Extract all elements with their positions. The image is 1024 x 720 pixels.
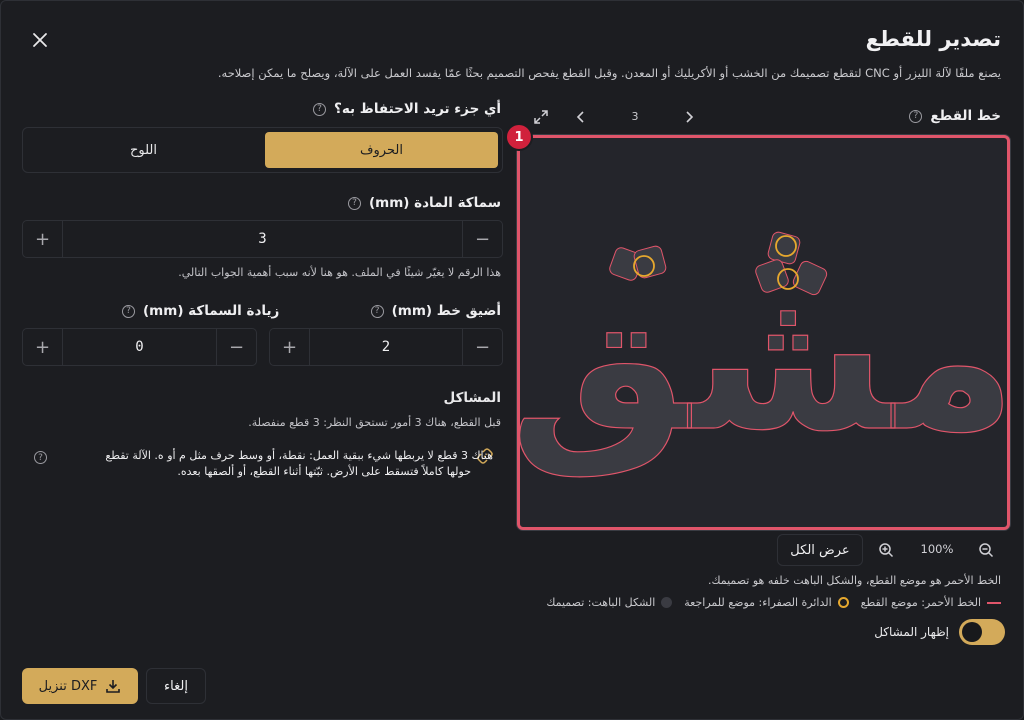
min-line-stepper: + 2 − [269,328,503,366]
yellow-circle-swatch [837,597,849,608]
next-page-button[interactable] [679,107,699,127]
help-icon[interactable]: ? [370,304,384,318]
gray-shape-swatch [661,597,673,608]
zoom-in-icon [879,543,894,558]
extra-thickness-value[interactable]: 0 [63,329,216,365]
zoom-out-icon [979,543,994,558]
download-label: تنزيل DXF [38,678,98,694]
cut-preview-canvas: مشق [520,231,1007,478]
min-line-label: أضيق خط (mm) [391,303,501,319]
expand-icon [534,110,548,124]
issue-item-line2: حولها كاملاً فتسقط على الأرض. ثبّتها أثن… [177,465,471,478]
min-line-increment-button[interactable]: + [270,329,310,365]
preview-label: خط القطع [930,108,1001,124]
download-icon [106,680,121,693]
min-line-label-row: أضيق خط (mm) ? [370,303,501,319]
expand-button[interactable] [531,107,551,127]
chevron-left-icon [576,111,584,123]
zoom-out-button[interactable] [977,541,995,559]
min-line-value[interactable]: 2 [310,329,462,365]
legend-yellow: الدائرة الصفراء: موضع للمراجعة [684,596,832,609]
legend-gray: الشكل الباهت: تصميمك [546,596,656,609]
thickness-label: سماكة المادة (mm) [368,195,501,211]
keep-question: أي جزء تريد الاحتفاظ به؟ [334,101,501,117]
issues-summary: قبل القطع، هناك 3 أمور تستحق النظر: 3 قط… [248,416,501,429]
minus-icon: − [228,336,245,358]
keep-option-letters[interactable]: الحروف [265,132,498,168]
prev-page-button[interactable] [571,107,591,127]
plus-icon: + [34,228,51,250]
page-number: 3 [631,110,639,123]
plus-icon: + [34,336,51,358]
min-line-decrement-button[interactable]: − [462,329,502,365]
export-dialog: تصدير للقطع يصنع ملفًا لآلة الليزر أو CN… [0,0,1024,720]
legend-row: الخط الأحمر: موضع القطع الدائرة الصفراء:… [546,596,1001,609]
download-dxf-button[interactable]: تنزيل DXF [22,668,138,704]
close-button[interactable] [27,27,53,53]
help-icon[interactable]: ? [34,451,47,464]
help-icon[interactable]: ? [122,304,135,318]
help-icon[interactable]: ? [347,196,361,210]
zoom-level: 100% [920,542,954,556]
red-line-swatch [987,601,1001,604]
extra-thickness-label-row: زيادة السماكة (mm) ? [122,303,279,319]
close-icon [33,33,47,47]
zoom-in-button[interactable] [877,541,895,559]
thickness-increment-button[interactable]: + [23,221,63,257]
issue-item-line1: هناك 3 قطع لا يربطها شيء ببقية العمل: نق… [105,449,493,462]
issues-title: المشاكل [443,390,501,406]
thickness-label-row: سماكة المادة (mm) ? [347,195,501,211]
help-icon[interactable]: ? [909,109,923,123]
dialog-title: تصدير للقطع [865,27,1001,51]
thickness-decrement-button[interactable]: − [462,221,502,257]
cancel-button[interactable]: إلغاء [146,668,206,704]
issue-count-badge: 1 [505,123,533,151]
preview-label-row: خط القطع ? [909,108,1001,124]
dialog-subtitle: يصنع ملفًا لآلة الليزر أو CNC لتقطع تصمي… [217,66,1001,80]
plus-icon: + [281,336,298,358]
chevron-right-icon [686,111,694,123]
thickness-value[interactable]: 3 [63,221,462,257]
legend-note: الخط الأحمر هو موضع القطع، والشكل الباهت… [707,574,1001,587]
keep-segmented-control: الحروف اللوح [22,127,503,173]
legend-red: الخط الأحمر: موضع القطع [860,596,981,609]
extra-thickness-decrement-button[interactable]: − [216,329,256,365]
help-icon[interactable]: ? [313,102,327,116]
cut-preview[interactable]: مشق [517,135,1010,530]
minus-icon: − [474,228,491,250]
thickness-hint: هذا الرقم لا يغيّر شيئًا في الملف. هو هن… [178,266,501,279]
show-issues-toggle[interactable] [959,619,1005,645]
keep-question-row: أي جزء تريد الاحتفاظ به؟ ? [313,101,501,117]
show-issues-label: إظهار المشاكل [874,625,949,639]
fit-all-button[interactable]: عرض الكل [777,534,863,566]
extra-thickness-increment-button[interactable]: + [23,329,63,365]
minus-icon: − [474,336,491,358]
extra-thickness-stepper: + 0 − [22,328,257,366]
keep-option-board[interactable]: اللوح [27,132,260,168]
toggle-knob [962,622,982,642]
extra-thickness-label: زيادة السماكة (mm) [143,303,280,319]
thickness-stepper: + 3 − [22,220,503,258]
